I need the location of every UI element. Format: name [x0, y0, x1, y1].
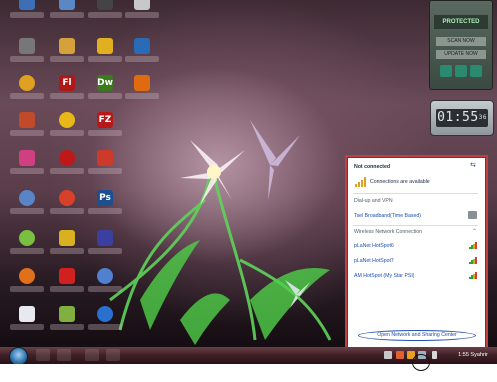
clock-time: 01:55 — [437, 110, 479, 125]
desktop-icon[interactable] — [50, 112, 84, 144]
dialup-connection-item[interactable]: Tsel Broadband(Time Based) — [354, 213, 421, 219]
volume-icon[interactable] — [432, 351, 437, 359]
taskbar-pinned-app[interactable] — [36, 349, 50, 361]
collapse-chevron-icon[interactable]: ⌃ — [472, 228, 477, 235]
desktop-icon[interactable] — [10, 38, 44, 70]
taskbar-pinned-app[interactable] — [85, 349, 99, 361]
clock-gadget[interactable]: 01:5536 — [430, 100, 494, 136]
desktop-icon[interactable] — [10, 0, 44, 26]
desktop-icon[interactable] — [50, 0, 84, 26]
desktop-icon[interactable] — [125, 0, 159, 26]
av-tool-icon[interactable] — [455, 65, 467, 77]
scan-now-button[interactable]: SCAN NOW — [436, 37, 486, 46]
tray-icon[interactable] — [396, 351, 404, 359]
desktop-icon[interactable] — [50, 38, 84, 70]
clock-seconds: 36 — [478, 114, 487, 121]
highlight-circle — [412, 354, 430, 371]
desktop-icon[interactable] — [88, 150, 122, 182]
desktop-icon[interactable] — [10, 150, 44, 182]
wifi-signal-icon — [469, 242, 478, 249]
desktop-icon[interactable] — [50, 150, 84, 182]
desktop-icon[interactable] — [88, 0, 122, 26]
av-icon-row — [440, 65, 482, 77]
taskbar-pinned-app[interactable] — [106, 349, 120, 361]
desktop-icon[interactable] — [10, 112, 44, 144]
desktop-icon[interactable] — [10, 75, 44, 107]
flyout-status-title: Not connected — [354, 164, 391, 170]
wifi-network-item[interactable]: AM HotSpot (My Star PSI) — [354, 273, 415, 279]
desktop-icon[interactable] — [50, 306, 84, 338]
wireless-header: Wireless Network Connection — [354, 229, 423, 235]
photoshop-icon[interactable]: Ps — [88, 190, 122, 222]
antivirus-gadget[interactable]: PROTECTED SCAN NOW UPDATE NOW — [429, 0, 493, 90]
desktop-icon[interactable] — [10, 306, 44, 338]
wifi-network-item[interactable]: pLaNet HotSpot6 — [354, 243, 394, 249]
desktop-icon[interactable] — [50, 190, 84, 222]
signal-icon — [355, 177, 366, 187]
dialup-header: Dial-up and VPN — [354, 198, 393, 204]
dreamweaver-icon[interactable]: Dw — [88, 75, 122, 107]
av-status-label: PROTECTED — [434, 15, 488, 29]
tray-clock[interactable]: 1:55 Syahrir — [451, 349, 495, 361]
av-tool-icon[interactable] — [440, 65, 452, 77]
desktop-icon[interactable] — [125, 75, 159, 107]
desktop-icon[interactable] — [125, 38, 159, 70]
desktop-icon[interactable] — [88, 38, 122, 70]
desktop-icon[interactable] — [88, 306, 122, 338]
wifi-network-item[interactable]: pLaNet HotSpot7 — [354, 258, 394, 264]
firefox-icon[interactable] — [10, 268, 44, 300]
wifi-signal-icon — [469, 272, 478, 279]
desktop-icon[interactable] — [50, 230, 84, 262]
tray-icon[interactable] — [384, 351, 392, 359]
refresh-icon[interactable]: ⇆ — [470, 162, 478, 170]
desktop-icon[interactable] — [88, 268, 122, 300]
open-network-sharing-center-link[interactable]: Open Network and Sharing Center — [358, 330, 476, 341]
desktop-icon[interactable] — [10, 190, 44, 222]
network-flyout: Not connected ⇆ Connections are availabl… — [347, 157, 486, 347]
availability-text: Connections are available — [370, 179, 430, 185]
wifi-signal-icon — [469, 257, 478, 264]
flash-icon[interactable]: Fl — [50, 75, 84, 107]
desktop-icon[interactable] — [10, 230, 44, 262]
update-now-button[interactable]: UPDATE NOW — [436, 50, 486, 59]
desktop: Fl Dw FZ Ps PROTECTED SCAN NOW UPDATE NO… — [0, 0, 497, 347]
av-tool-icon[interactable] — [470, 65, 482, 77]
desktop-icon[interactable] — [50, 268, 84, 300]
filezilla-icon[interactable]: FZ — [88, 112, 122, 144]
clock-display: 01:5536 — [436, 109, 488, 127]
desktop-icon[interactable] — [88, 230, 122, 262]
modem-icon — [468, 211, 477, 219]
taskbar-pinned-app[interactable] — [57, 349, 71, 361]
